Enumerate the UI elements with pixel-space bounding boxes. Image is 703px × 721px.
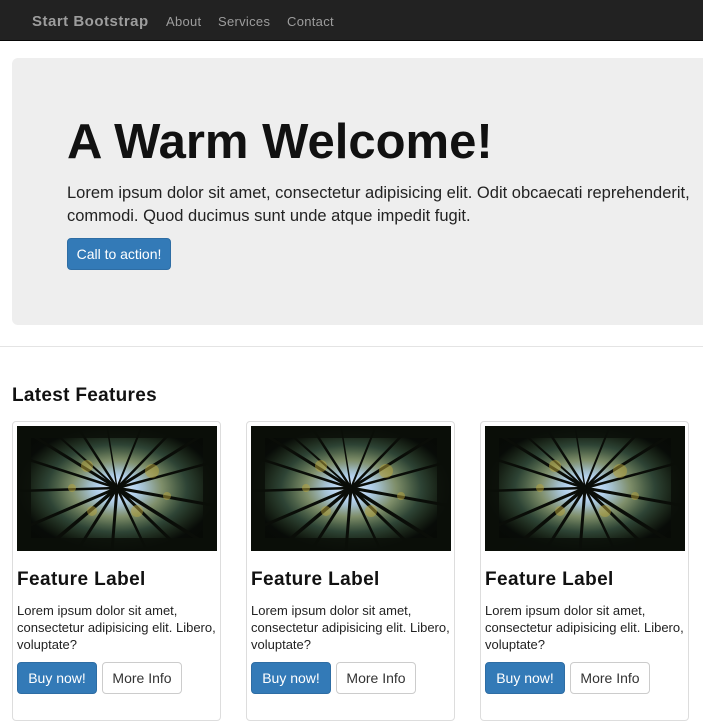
- feature-card-text: Lorem ipsum dolor sit amet, consectetur …: [251, 603, 450, 652]
- buy-now-button[interactable]: Buy now!: [17, 662, 97, 694]
- hero-title: A Warm Welcome!: [67, 115, 493, 169]
- navbar: Start Bootstrap About Services Contact: [0, 0, 703, 41]
- feature-card-title: Feature Label: [485, 569, 614, 590]
- nav-link-contact[interactable]: Contact: [287, 14, 334, 29]
- more-info-button[interactable]: More Info: [570, 662, 650, 694]
- latest-features-heading: Latest Features: [12, 385, 157, 406]
- navbar-brand[interactable]: Start Bootstrap: [32, 13, 149, 30]
- hero-text-content: Lorem ipsum dolor sit amet, consectetur …: [67, 184, 690, 225]
- feature-card: Feature Label Lorem ipsum dolor sit amet…: [246, 421, 455, 721]
- feature-card-title: Feature Label: [17, 569, 146, 590]
- hero-text: Lorem ipsum dolor sit amet, consectetur …: [67, 182, 703, 228]
- section-divider: [0, 346, 703, 347]
- feature-card-text: Lorem ipsum dolor sit amet, consectetur …: [485, 603, 684, 652]
- feature-card-text: Lorem ipsum dolor sit amet, consectetur …: [17, 603, 216, 652]
- feature-card: Feature Label Lorem ipsum dolor sit amet…: [12, 421, 221, 721]
- call-to-action-button[interactable]: Call to action!: [67, 238, 171, 270]
- hero-jumbotron: A Warm Welcome! Lorem ipsum dolor sit am…: [12, 58, 703, 325]
- more-info-button[interactable]: More Info: [336, 662, 416, 694]
- more-info-button[interactable]: More Info: [102, 662, 182, 694]
- feature-card-title: Feature Label: [251, 569, 380, 590]
- buy-now-button[interactable]: Buy now!: [251, 662, 331, 694]
- forest-canopy-image: [251, 426, 451, 551]
- nav-link-services[interactable]: Services: [218, 14, 270, 29]
- forest-canopy-image: [485, 426, 685, 551]
- feature-card: Feature Label Lorem ipsum dolor sit amet…: [480, 421, 689, 721]
- forest-canopy-image: [17, 426, 217, 551]
- nav-link-about[interactable]: About: [166, 14, 201, 29]
- buy-now-button[interactable]: Buy now!: [485, 662, 565, 694]
